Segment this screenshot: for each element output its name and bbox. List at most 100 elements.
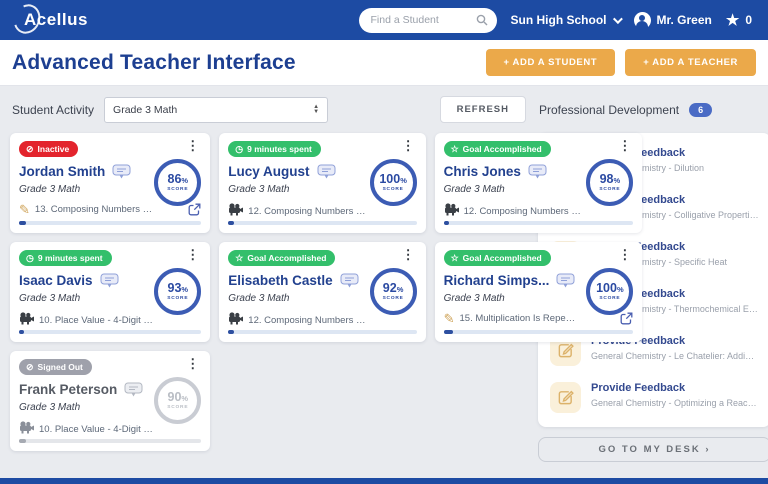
student-name[interactable]: Jordan Smith [19,164,105,179]
main-content: ⊘ Inactive ⋮ 86% SCORE Jordan Smith Grad… [0,131,768,484]
status-label: Inactive [37,144,70,154]
progress-bar [19,221,202,225]
status-badge: ◷ 9 minutes spent [228,141,321,157]
status-label: 9 minutes spent [37,253,103,263]
status-badge: ⊘ Signed Out [19,359,92,375]
card-menu-button[interactable]: ⋮ [400,139,417,152]
student-card-elisabeth-castle: ☆ Goal Accomplished ⋮ 92% SCORE Elisabet… [219,242,426,342]
writing-lesson-icon: ✎ [443,310,455,326]
score-ring: 100% SCORE [369,159,417,206]
lesson-title: 12. Composing Numbers wit... [463,205,582,217]
chat-bubble-icon[interactable] [556,273,575,288]
student-cards-grid: ⊘ Inactive ⋮ 86% SCORE Jordan Smith Grad… [10,133,643,484]
score-value: 98 [599,171,614,186]
score-value: 90 [167,389,182,404]
professional-development-label: Professional Development [539,102,680,117]
go-to-my-desk-button[interactable]: GO TO MY DESK › [538,437,768,462]
class-select-value: Grade 3 Math [113,103,178,116]
advanced-teacher-interface: Acellus Sun High School Mr. Green ★ 0 Ad… [0,0,768,484]
card-menu-button[interactable]: ⋮ [184,357,201,370]
student-card-richard-simpson: ☆ Goal Accomplished ⋮ 100% SCORE Richard… [434,242,643,342]
status-badge: ☆ Goal Accomplished [443,141,551,157]
status-label: Goal Accomplished [462,144,542,154]
pd-item[interactable]: Provide Feedback General Chemistry - Opti… [550,374,759,421]
chat-bubble-icon[interactable] [100,273,119,288]
video-lesson-icon [19,421,34,437]
external-link-icon[interactable] [188,203,201,216]
chat-bubble-icon[interactable] [340,273,359,288]
score-value: 86 [167,171,182,186]
add-student-button[interactable]: + ADD A STUDENT [485,49,616,76]
score-ring: 90% SCORE [154,377,202,424]
school-name: Sun High School [510,13,607,27]
pd-item-title: Provide Feedback [591,382,686,394]
goal-star-icon: ☆ [235,252,244,263]
progress-bar [228,330,417,334]
inactive-icon: ⊘ [26,143,34,154]
score-ring: 100% SCORE [586,268,634,315]
video-lesson-icon [19,312,34,328]
refresh-button[interactable]: REFRESH [439,96,526,123]
page-header: Advanced Teacher Interface + ADD A STUDE… [0,40,768,86]
user-avatar-icon [633,11,651,29]
status-badge: ⊘ Inactive [19,141,79,157]
star-icon: ★ [725,12,740,29]
student-name[interactable]: Chris Jones [444,164,521,179]
top-navigation-bar: Acellus Sun High School Mr. Green ★ 0 [0,0,768,40]
user-name: Mr. Green [656,13,712,27]
star-count: 0 [745,13,752,27]
footer-bar [0,478,768,484]
select-arrows-icon: ▲ ▼ [313,103,320,115]
progress-bar [19,439,202,443]
lesson-title: 13. Composing Numbers wit... [34,204,153,215]
score-value: 100 [596,280,617,295]
external-link-icon[interactable] [620,312,633,325]
score-ring: 98% SCORE [586,159,634,206]
card-menu-button[interactable]: ⋮ [616,248,633,261]
score-value: 92 [382,280,397,295]
student-card-jordan-smith: ⊘ Inactive ⋮ 86% SCORE Jordan Smith Grad… [10,133,211,233]
status-badge: ☆ Goal Accomplished [443,250,551,266]
lesson-title: 15. Multiplication Is Repeate... [459,313,578,324]
card-menu-button[interactable]: ⋮ [184,139,201,152]
add-teacher-button[interactable]: + ADD A TEACHER [625,49,756,76]
progress-bar [228,221,417,225]
chat-bubble-icon[interactable] [528,164,547,179]
writing-lesson-icon: ✎ [19,201,30,217]
clock-icon: ◷ [235,143,244,154]
favorites-counter[interactable]: ★ 0 [726,11,752,29]
acellus-logo[interactable]: Acellus [9,0,88,38]
card-menu-button[interactable]: ⋮ [400,248,417,261]
lesson-title: 10. Place Value - 4-Digit Nu... [39,423,157,435]
card-menu-button[interactable]: ⋮ [184,248,201,261]
school-selector[interactable]: Sun High School [510,13,623,27]
student-card-chris-jones: ☆ Goal Accomplished ⋮ 98% SCORE Chris Jo… [434,133,643,233]
student-name[interactable]: Lucy August [228,164,309,179]
student-name[interactable]: Richard Simps... [444,273,550,288]
lesson-title: 12. Composing Numbers wit... [248,205,367,217]
status-badge: ◷ 9 minutes spent [19,250,112,266]
status-label: Goal Accomplished [462,253,542,263]
chat-bubble-icon[interactable] [112,164,131,179]
score-ring: 93% SCORE [154,268,202,315]
toolbar-row: Student Activity Grade 3 Math ▲ ▼ REFRESH… [0,86,768,131]
student-card-frank-peterson: ⊘ Signed Out ⋮ 90% SCORE Frank Peterson … [10,351,211,451]
student-search [358,7,497,33]
score-value: 100 [379,171,401,186]
clock-icon: ◷ [26,252,34,263]
status-label: Goal Accomplished [247,253,327,263]
class-select[interactable]: Grade 3 Math ▲ ▼ [104,96,329,123]
user-menu[interactable]: Mr. Green [633,11,712,29]
student-name[interactable]: Frank Peterson [19,382,117,397]
signed-out-icon: ⊘ [26,361,34,372]
page-title: Advanced Teacher Interface [12,50,296,74]
chat-bubble-icon[interactable] [124,382,143,397]
student-name[interactable]: Isaac Davis [19,273,93,288]
video-lesson-icon [228,312,244,328]
student-name[interactable]: Elisabeth Castle [228,273,332,288]
chat-bubble-icon[interactable] [317,164,336,179]
score-value: 93 [167,280,182,295]
video-lesson-icon [444,203,459,219]
status-label: Signed Out [37,362,83,372]
card-menu-button[interactable]: ⋮ [616,139,633,152]
